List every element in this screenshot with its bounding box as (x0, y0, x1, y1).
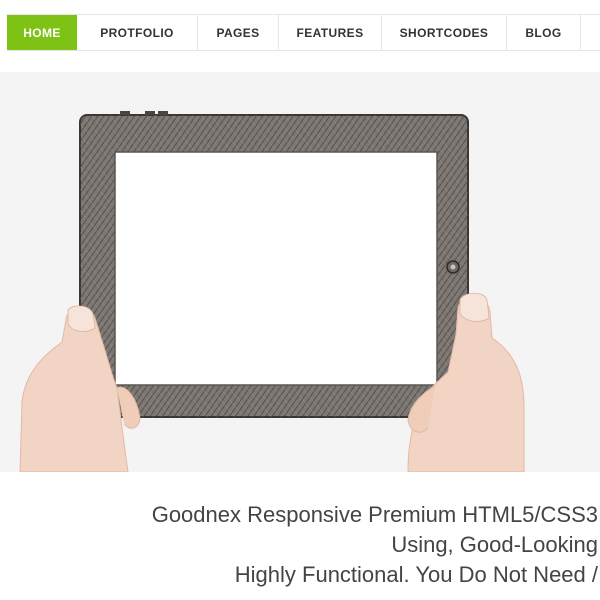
nav-menu: HOME PROTFOLIO PAGES FEATURES SHORTCODES… (7, 14, 600, 51)
nav-item-features[interactable]: FEATURES (279, 15, 382, 50)
caption-line-2: Using, Good-Looking (391, 532, 598, 557)
caption-line-1: Goodnex Responsive Premium HTML5/CSS3 (151, 502, 598, 527)
caption-line-3: Highly Functional. You Do Not Need / (234, 562, 598, 587)
hero-slider (0, 72, 600, 472)
nav-item-home[interactable]: HOME (7, 15, 77, 50)
nav-item-shortcodes[interactable]: SHORTCODES (382, 15, 507, 50)
nav-item-pages[interactable]: PAGES (198, 15, 279, 50)
hero-image (19, 111, 525, 472)
tablet-illustration (79, 111, 469, 418)
nav-item-more[interactable] (581, 15, 600, 50)
nav-item-blog[interactable]: BLOG (507, 15, 581, 50)
nav-item-portfolio[interactable]: PROTFOLIO (77, 15, 198, 50)
top-navigation: HOME PROTFOLIO PAGES FEATURES SHORTCODES… (0, 0, 600, 64)
hero-caption: Goodnex Responsive Premium HTML5/CSS3 Us… (0, 500, 598, 590)
